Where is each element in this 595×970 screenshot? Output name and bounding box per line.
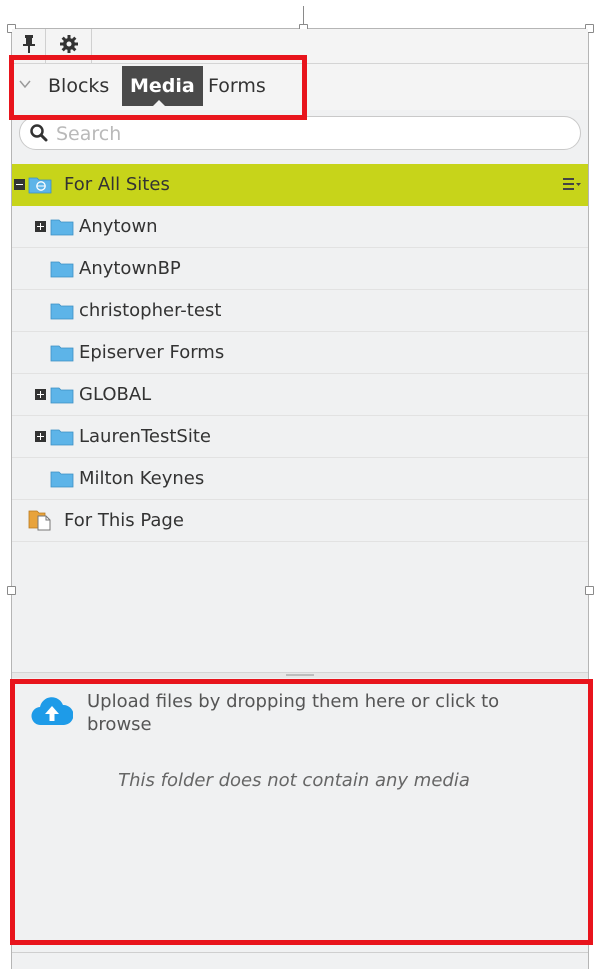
tree-label: LaurenTestSite xyxy=(79,426,211,447)
upload-area-highlight-callout xyxy=(10,679,593,945)
tree-label: For This Page xyxy=(64,510,184,531)
resize-guide-line xyxy=(303,6,304,24)
folder-icon xyxy=(50,217,74,236)
tree-row-for-this-page[interactable]: For This Page xyxy=(12,500,588,542)
search-input[interactable] xyxy=(54,119,568,149)
tree-label: christopher-test xyxy=(79,300,222,321)
tree-row-for-all-sites[interactable]: For All Sites xyxy=(12,164,588,206)
context-menu-icon[interactable] xyxy=(562,176,582,196)
expand-icon[interactable] xyxy=(35,389,46,400)
tree-row-laurentestsite[interactable]: LaurenTestSite xyxy=(12,416,588,458)
tree-row-anytown[interactable]: Anytown xyxy=(12,206,588,248)
page-folder-icon xyxy=(28,509,52,531)
folder-icon xyxy=(50,385,74,404)
tree-row-milton-keynes[interactable]: Milton Keynes xyxy=(12,458,588,500)
resize-handle-middle-left[interactable] xyxy=(7,586,16,595)
folder-icon xyxy=(50,343,74,362)
tree-label: AnytownBP xyxy=(79,258,181,279)
folder-icon xyxy=(50,427,74,446)
tabs-highlight-callout xyxy=(9,55,307,120)
panel-bottom-border xyxy=(12,952,588,953)
folder-icon xyxy=(50,469,74,488)
tree-row-christopher-test[interactable]: christopher-test xyxy=(12,290,588,332)
expand-icon[interactable] xyxy=(35,431,46,442)
tree-row-anytownbp[interactable]: AnytownBP xyxy=(12,248,588,290)
splitter-grip[interactable] xyxy=(286,674,314,676)
resize-handle-middle-right[interactable] xyxy=(585,586,594,595)
expand-icon[interactable] xyxy=(35,221,46,232)
tree-row-episerver-forms[interactable]: Episerver Forms xyxy=(12,332,588,374)
tree-label: Episerver Forms xyxy=(79,342,225,363)
media-tree: For All Sites Anytown AnytownBP christop… xyxy=(12,164,588,542)
tree-label: GLOBAL xyxy=(79,384,152,405)
tree-label: For All Sites xyxy=(64,174,170,195)
search-box xyxy=(19,116,581,150)
tree-row-global[interactable]: GLOBAL xyxy=(12,374,588,416)
tree-label: Milton Keynes xyxy=(79,468,205,489)
tree-label: Anytown xyxy=(79,216,158,237)
folder-icon xyxy=(50,259,74,278)
collapse-icon[interactable] xyxy=(14,179,25,190)
globe-folder-icon xyxy=(28,175,52,194)
search-icon xyxy=(29,123,49,147)
folder-icon xyxy=(50,301,74,320)
